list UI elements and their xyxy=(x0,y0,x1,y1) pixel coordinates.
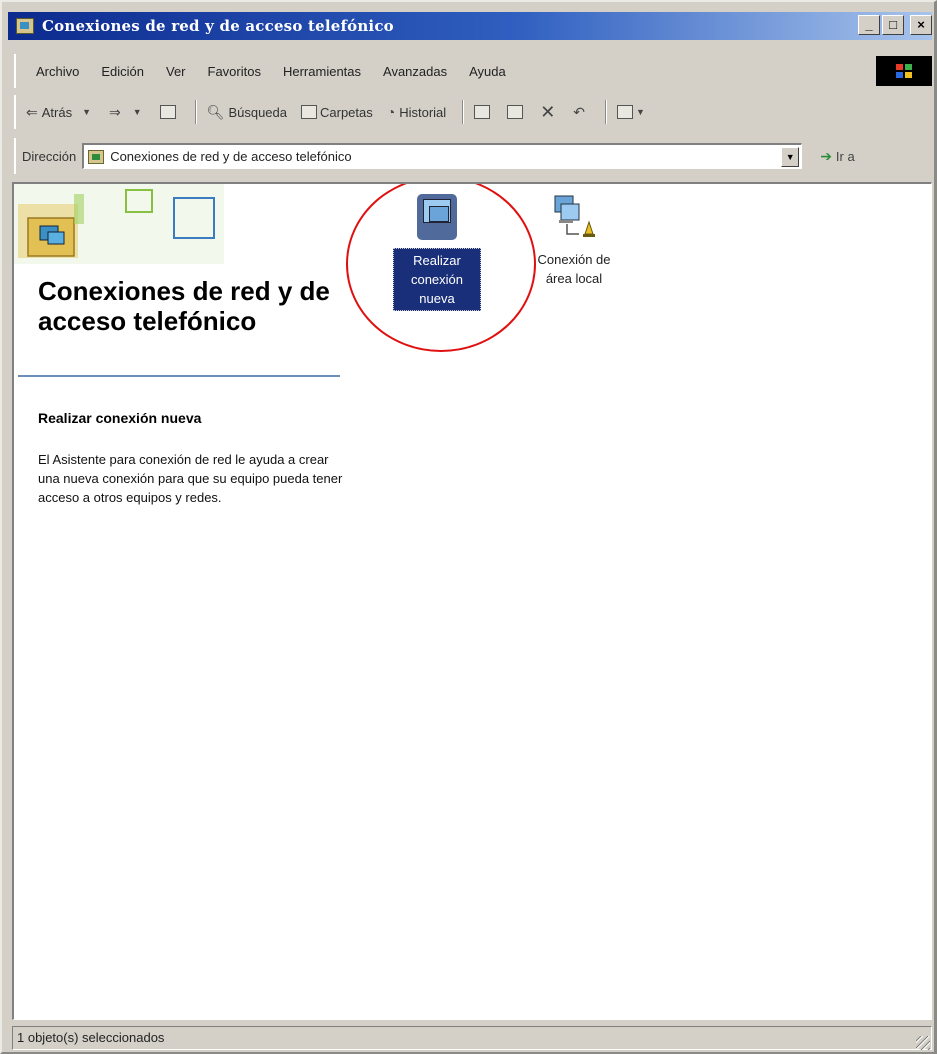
address-bar: Dirección Conexiones de red y de acceso … xyxy=(14,138,932,174)
chevron-down-icon: ▼ xyxy=(132,107,142,117)
title-bar[interactable]: Conexiones de red y de acceso telefónico… xyxy=(8,12,932,40)
item-label: Realizar conexión nueva xyxy=(393,248,481,311)
chevron-down-icon: ▼ xyxy=(82,107,91,117)
item-new-connection[interactable]: Realizar conexión nueva xyxy=(388,194,486,311)
menu-herramientas[interactable]: Herramientas xyxy=(283,64,361,79)
folders-icon xyxy=(301,105,317,119)
network-banner-graphic xyxy=(14,184,224,264)
history-button[interactable]: ◔ Historial xyxy=(387,104,446,120)
up-folder-button[interactable] xyxy=(159,105,179,119)
forward-button[interactable]: ⇒ ▼ xyxy=(109,104,146,121)
search-icon: 🔍︎ xyxy=(206,103,225,120)
minimize-button[interactable]: _ xyxy=(858,15,880,35)
window-controls: _ □ × xyxy=(858,15,932,35)
address-value: Conexiones de red y de acceso telefónico xyxy=(110,149,352,164)
menu-archivo[interactable]: Archivo xyxy=(36,64,79,79)
menu-ver[interactable]: Ver xyxy=(166,64,186,79)
undo-icon: ↶ xyxy=(573,103,586,120)
back-button[interactable]: ⇐ Atrás ▼ xyxy=(26,104,95,121)
menu-avanzadas[interactable]: Avanzadas xyxy=(383,64,447,79)
maximize-button[interactable]: □ xyxy=(882,15,904,35)
menu-edicion[interactable]: Edición xyxy=(101,64,144,79)
toolbar-separator xyxy=(194,100,197,124)
undo-button[interactable]: ↶ xyxy=(573,104,589,121)
new-connection-icon xyxy=(417,194,457,240)
chevron-down-icon: ▼ xyxy=(636,107,645,117)
history-label: Historial xyxy=(399,104,447,120)
network-connections-icon xyxy=(88,149,105,164)
search-button[interactable]: 🔍︎ Búsqueda xyxy=(207,104,287,121)
move-to-button[interactable] xyxy=(474,105,493,119)
window-title: Conexiones de red y de acceso telefónico xyxy=(42,17,394,35)
explorer-window: Conexiones de red y de acceso telefónico… xyxy=(0,0,937,1054)
go-arrow-icon: ➔ xyxy=(820,147,832,164)
close-button[interactable]: × xyxy=(910,15,932,35)
menu-ayuda[interactable]: Ayuda xyxy=(469,64,506,79)
windows-logo-icon xyxy=(876,56,932,86)
status-text: 1 objeto(s) seleccionados xyxy=(12,1026,932,1050)
status-bar: 1 objeto(s) seleccionados xyxy=(12,1024,932,1052)
content-area: Conexiones de red y de acceso telefónico… xyxy=(12,182,932,1020)
folders-button[interactable]: Carpetas xyxy=(301,105,373,120)
selected-item-description: El Asistente para conexión de red le ayu… xyxy=(38,452,343,505)
toolbar-separator xyxy=(462,100,465,124)
views-button[interactable]: ▼ xyxy=(617,105,649,119)
toolbar-separator xyxy=(605,100,608,124)
menu-favoritos[interactable]: Favoritos xyxy=(208,64,261,79)
pane-divider xyxy=(18,375,340,377)
copy-to-icon xyxy=(507,105,524,119)
go-button[interactable]: ➔ Ir a xyxy=(820,148,855,165)
delete-button[interactable]: ✕ xyxy=(540,102,559,123)
toolbar: ⇐ Atrás ▼ ⇒ ▼ 🔍︎ Búsqueda Carpetas ◔ His… xyxy=(14,95,932,129)
pane-title: Conexiones de red y de acceso telefónico xyxy=(38,276,330,336)
up-folder-icon xyxy=(159,105,176,119)
history-clock-icon: ◔ xyxy=(386,104,396,120)
copy-to-button[interactable] xyxy=(507,105,526,119)
folders-label: Carpetas xyxy=(320,104,373,120)
item-label: Conexión de área local xyxy=(537,252,611,286)
address-label: Dirección xyxy=(22,148,77,164)
search-label: Búsqueda xyxy=(228,104,287,120)
lan-connection-icon xyxy=(554,195,595,237)
resize-grip-icon[interactable] xyxy=(916,1036,930,1050)
move-to-icon xyxy=(474,105,491,119)
network-folder-icon xyxy=(16,18,34,34)
address-field[interactable]: Conexiones de red y de acceso telefónico… xyxy=(82,143,803,169)
selected-item-title: Realizar conexión nueva xyxy=(38,410,202,426)
address-dropdown-button[interactable]: ▼ xyxy=(781,147,800,167)
go-label: Ir a xyxy=(835,148,855,164)
back-arrow-icon: ⇐ xyxy=(26,103,38,120)
delete-x-icon: ✕ xyxy=(540,101,556,122)
forward-arrow-icon: ⇒ xyxy=(109,103,121,120)
menu-bar: Archivo Edición Ver Favoritos Herramient… xyxy=(14,54,932,88)
back-label: Atrás xyxy=(41,104,73,120)
item-lan-connection[interactable]: Conexión de área local xyxy=(514,194,634,288)
views-icon xyxy=(617,105,634,119)
web-view-pane: Conexiones de red y de acceso telefónico… xyxy=(14,184,344,584)
